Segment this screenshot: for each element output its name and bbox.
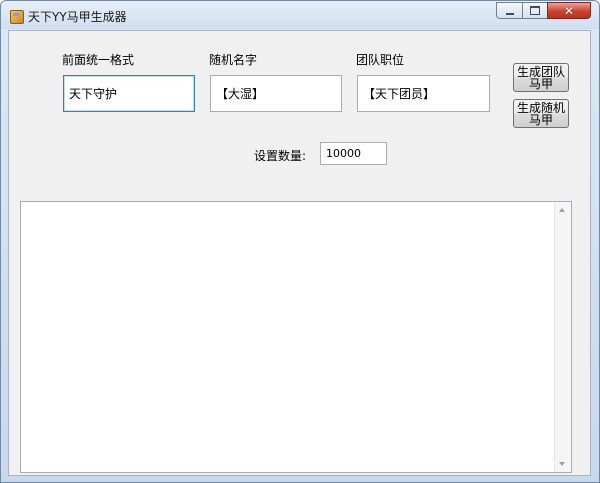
client-area: 前面统一格式 随机名字 团队职位 生成团队 马甲 生成随机 马甲 设置数量: [8, 30, 591, 476]
vertical-scrollbar[interactable] [554, 202, 571, 472]
scroll-up-arrow-icon[interactable] [559, 208, 565, 212]
count-label: 设置数量: [254, 149, 307, 163]
maximize-icon [530, 6, 540, 15]
scroll-down-arrow-icon[interactable] [559, 462, 565, 466]
generate-team-vest-button[interactable]: 生成团队 马甲 [513, 63, 569, 92]
team-position-input[interactable] [357, 75, 490, 112]
minimize-button[interactable] [496, 2, 522, 19]
close-button[interactable]: ✕ [547, 2, 591, 19]
app-window: 天下YY马甲生成器 ✕ 前面统一格式 随机名字 团队职位 生成团队 马甲 生成随… [0, 0, 600, 483]
random-name-input[interactable] [210, 75, 342, 112]
generate-random-vest-label-line2: 马甲 [528, 113, 553, 127]
generate-team-vest-label-line2: 马甲 [528, 77, 553, 91]
team-position-label: 团队职位 [356, 53, 405, 67]
random-name-label: 随机名字 [209, 53, 258, 67]
maximize-button[interactable] [522, 2, 547, 19]
output-textarea[interactable] [20, 201, 572, 473]
minimize-icon [505, 12, 514, 15]
close-icon: ✕ [563, 3, 575, 18]
output-text [25, 205, 551, 469]
prefix-label: 前面统一格式 [62, 53, 135, 67]
generate-random-vest-button[interactable]: 生成随机 马甲 [513, 99, 569, 128]
count-input[interactable] [320, 142, 387, 165]
window-title: 天下YY马甲生成器 [28, 10, 127, 24]
prefix-input[interactable] [63, 75, 195, 112]
title-bar[interactable]: 天下YY马甲生成器 ✕ [1, 1, 599, 29]
window-controls: ✕ [496, 2, 591, 21]
app-icon [10, 10, 24, 24]
